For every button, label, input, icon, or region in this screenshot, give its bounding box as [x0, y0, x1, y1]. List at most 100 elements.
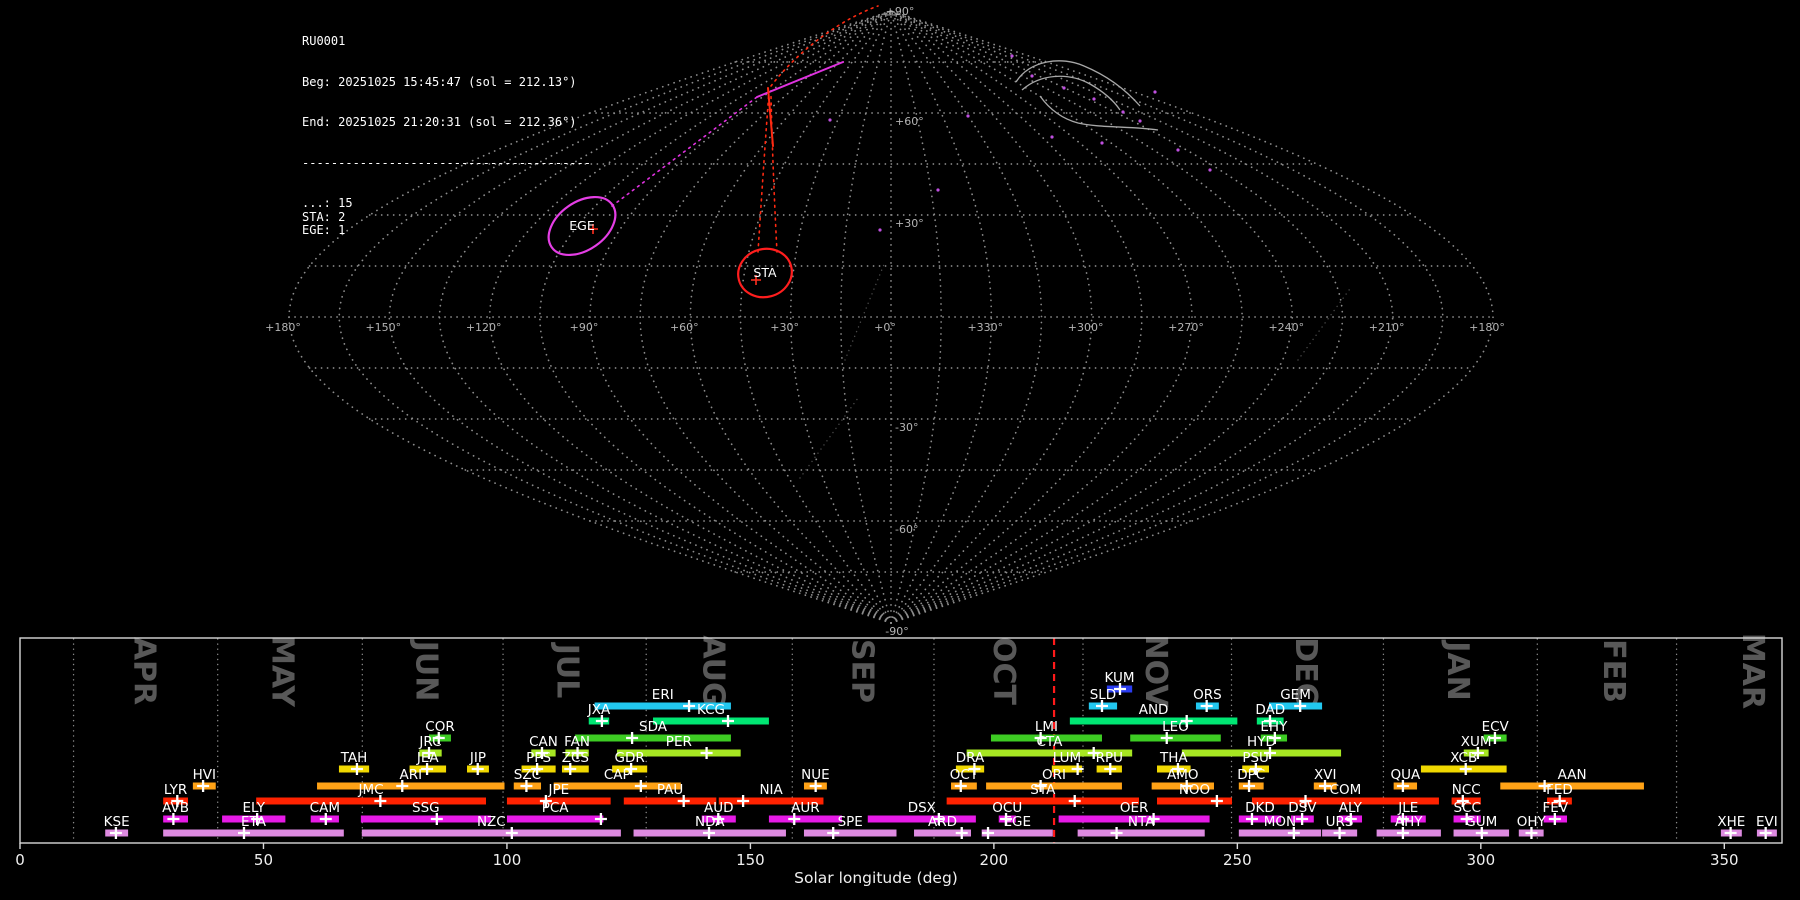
- shower-label: NIA: [759, 782, 783, 798]
- shower-label: NDA: [695, 814, 725, 830]
- shower-SZC: SZC: [513, 767, 542, 792]
- shower-EVI: EVI: [1756, 814, 1778, 839]
- shower-label: THA: [1159, 750, 1188, 766]
- shower-bar: [506, 815, 604, 823]
- shower-label: GDR: [615, 750, 645, 766]
- shower-bar: [575, 734, 731, 742]
- shower-JIP: JIP: [467, 750, 489, 775]
- shower-label: ORI: [1042, 767, 1066, 783]
- shower-label: EVI: [1756, 814, 1778, 830]
- shower-bar: [803, 829, 897, 837]
- shower-label: SZC: [514, 767, 541, 783]
- month-label: APR: [127, 637, 162, 705]
- shower-HVI: HVI: [193, 767, 216, 792]
- shower-bar: [361, 829, 621, 837]
- shower-CAM: CAM: [310, 800, 340, 825]
- shower-JXA: JXA: [587, 702, 611, 727]
- shower-label: SSG: [412, 800, 440, 816]
- shower-ZCS: ZCS: [562, 750, 589, 775]
- shower-XCB: XCB: [1420, 750, 1507, 775]
- shower-QUA: QUA: [1390, 767, 1421, 792]
- peak-marker: [505, 827, 518, 839]
- shower-label: ZCS: [562, 750, 589, 766]
- shower-label: NOO: [1179, 782, 1210, 798]
- shower-label: JRC: [418, 734, 441, 750]
- shower-label: GEM: [1280, 687, 1311, 703]
- shower-label: XHE: [1717, 814, 1745, 830]
- shower-bar: [867, 815, 976, 823]
- shower-label: EHY: [1260, 719, 1288, 735]
- shower-label: LYR: [164, 782, 187, 798]
- month-labels: APR MAY JUN JUL AUG SEP OCT NOV DEC JAN FEB MAR: [127, 633, 1770, 709]
- shower-label: KUM: [1104, 670, 1134, 686]
- shower-label: ARD: [928, 814, 957, 830]
- shower-label: CAN: [529, 734, 558, 750]
- shower-EGE: EGE: [981, 814, 1053, 839]
- x-tick-label: 250: [1223, 851, 1252, 869]
- shower-label: XVI: [1314, 767, 1336, 783]
- shower-AVB: AVB: [162, 800, 189, 825]
- shower-URS: URS: [1322, 814, 1358, 839]
- shower-label: DRA: [956, 750, 985, 766]
- shower-bar: [768, 815, 842, 823]
- peak-marker: [594, 813, 607, 825]
- shower-label: EGE: [1003, 814, 1031, 830]
- peak-marker: [955, 827, 968, 839]
- shower-bar: [360, 815, 491, 823]
- shower-DPC: DPC: [1237, 767, 1265, 792]
- shower-label: ORS: [1193, 687, 1222, 703]
- shower-label: JXA: [587, 702, 611, 718]
- shower-OHY: OHY: [1517, 814, 1546, 839]
- x-tick-label: 350: [1710, 851, 1739, 869]
- shower-label: MON: [1264, 814, 1296, 830]
- month-label: OCT: [986, 637, 1021, 706]
- activity-timeline-chart: APR MAY JUN JUL AUG SEP OCT NOV DEC JAN FEB MARKUME…: [15, 633, 1783, 887]
- x-tick-label: 50: [254, 851, 273, 869]
- shower-label: JEA: [416, 750, 440, 766]
- peak-marker: [982, 827, 995, 839]
- month-label: SEP: [844, 639, 879, 703]
- shower-label: AUR: [791, 800, 820, 816]
- month-label: JAN: [1440, 639, 1475, 701]
- shower-bar: [163, 829, 344, 837]
- shower-ORS: ORS: [1193, 687, 1222, 712]
- x-axis: 0 50 100 150 200 250 300 350 Solar longitude (de…: [15, 843, 1739, 887]
- month-label: NOV: [1138, 634, 1173, 708]
- shower-label: CAP: [604, 767, 631, 783]
- month-label: AUG: [695, 635, 730, 706]
- shower-bar: [317, 782, 505, 790]
- shower-label: NTA: [1128, 814, 1155, 830]
- shower-label: SLD: [1090, 687, 1117, 703]
- shower-label: LEO: [1162, 719, 1189, 735]
- shower-label: RPU: [1096, 750, 1123, 766]
- shower-label: FED: [1546, 782, 1573, 798]
- x-tick-label: 0: [15, 851, 25, 869]
- peak-marker: [1110, 827, 1123, 839]
- shower-bar: [1238, 829, 1322, 837]
- shower-label: FEV: [1543, 800, 1569, 816]
- x-axis-title: Solar longitude (deg): [794, 869, 958, 887]
- shower-label: PER: [666, 734, 692, 750]
- shower-label: DPC: [1237, 767, 1265, 783]
- month-label: JUL: [549, 642, 584, 699]
- x-tick-label: 100: [493, 851, 522, 869]
- shower-bars: KUM ERI SLD ORS GEM JXA KCG AND DAD COR SDA LMI LEO E…: [104, 670, 1778, 839]
- shower-OCT: OCT: [950, 767, 979, 792]
- shower-label: AND: [1139, 702, 1169, 718]
- shower-label: ETA: [241, 814, 267, 830]
- shower-label: PAU: [657, 782, 683, 798]
- shower-label: PCA: [542, 800, 570, 816]
- shower-label: JMC: [358, 782, 384, 798]
- shower-bar: [256, 797, 487, 805]
- shower-label: HYD: [1247, 734, 1276, 750]
- shower-bar: [623, 797, 717, 805]
- shower-label: DAD: [1255, 702, 1285, 718]
- shower-label: OCT: [950, 767, 979, 783]
- month-label: JUN: [409, 639, 444, 702]
- shower-label: KSE: [104, 814, 130, 830]
- shower-label: FAN: [564, 734, 590, 750]
- shower-label: ARI: [399, 767, 422, 783]
- shower-label: NZC: [477, 814, 506, 830]
- x-tick-label: 150: [736, 851, 765, 869]
- peak-marker: [1210, 795, 1223, 807]
